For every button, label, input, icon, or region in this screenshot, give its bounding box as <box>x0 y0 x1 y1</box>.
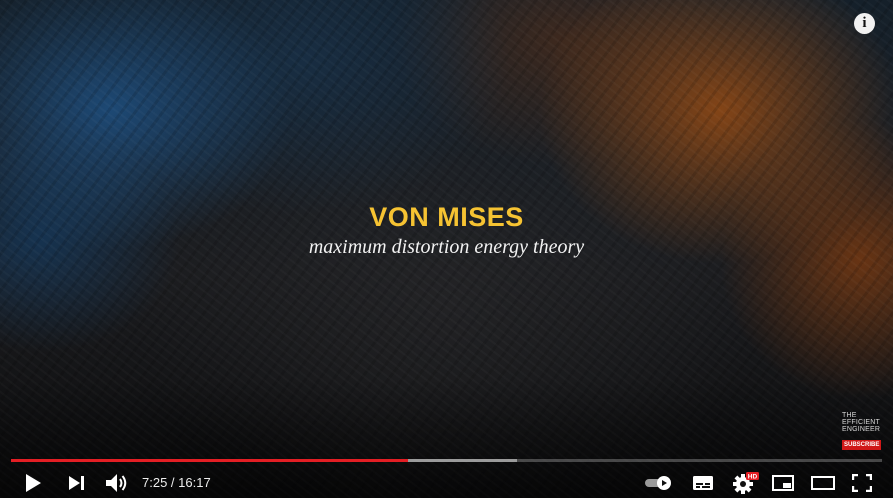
hd-badge: HD <box>748 474 758 481</box>
fullscreen-icon[interactable] <box>849 468 875 498</box>
settings-icon[interactable]: HD <box>730 468 760 498</box>
subtitles-icon[interactable] <box>690 468 716 498</box>
info-icon[interactable]: i <box>854 13 875 34</box>
channel-watermark[interactable]: THE EFFICIENT ENGINEER SUBSCRIBE <box>842 412 886 451</box>
autoplay-toggle-icon[interactable] <box>643 468 675 498</box>
miniplayer-icon[interactable] <box>770 468 796 498</box>
theater-mode-icon[interactable] <box>810 468 836 498</box>
next-icon[interactable] <box>64 468 88 498</box>
video-subtitle-text: maximum distortion energy theory <box>308 236 585 258</box>
video-title-text: VON MISES <box>369 202 524 232</box>
watermark-line: THE <box>842 412 857 419</box>
play-icon[interactable] <box>20 468 46 498</box>
video-player[interactable]: VON MISES maximum distortion energy theo… <box>0 0 893 498</box>
watermark-line: EFFICIENT <box>842 419 880 426</box>
watermark-subscribe-badge: SUBSCRIBE <box>842 440 882 450</box>
time-display: 7:25 / 16:17 <box>142 475 211 490</box>
watermark-line: ENGINEER <box>842 426 881 433</box>
volume-icon[interactable] <box>104 468 130 498</box>
progress-bar[interactable] <box>11 459 882 462</box>
control-bar: 7:25 / 16:17 HD <box>0 468 893 498</box>
progress-played <box>11 459 409 462</box>
